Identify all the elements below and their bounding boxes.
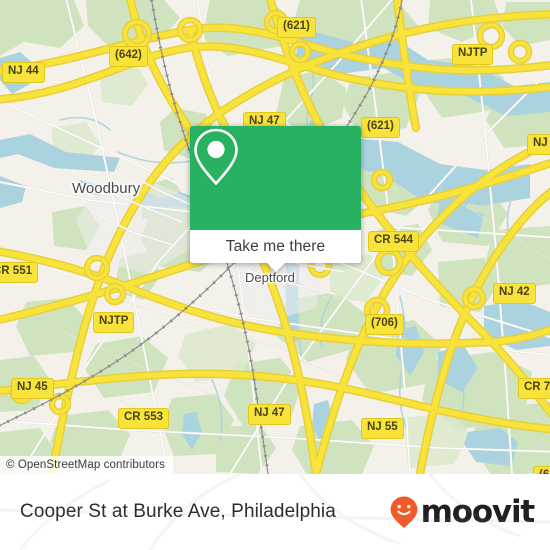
popup-tail xyxy=(266,263,285,272)
map-popup-card[interactable]: Take me there xyxy=(190,126,361,272)
road-shield-nj41: NJ 41 xyxy=(527,134,550,155)
location-title: Cooper St at Burke Ave, Philadelphia xyxy=(20,501,336,522)
road-shield-njtp-n: NJTP xyxy=(452,44,494,65)
road-shield-706: (706) xyxy=(365,314,404,335)
osm-attribution[interactable]: © OpenStreetMap contributors xyxy=(0,456,173,474)
place-label-deptford: Deptford xyxy=(245,270,295,285)
road-shield-nj55: NJ 55 xyxy=(361,418,404,439)
road-shield-621-e: (621) xyxy=(361,117,400,138)
map-canvas[interactable]: .water{fill:#aad3df;} .green{fill:#cfe3b… xyxy=(0,0,550,474)
place-label-woodbury: Woodbury xyxy=(72,180,141,197)
popup-icon-area xyxy=(190,126,361,230)
road-shield-nj45: NJ 45 xyxy=(11,378,54,399)
moovit-wordmark: moovit xyxy=(420,494,536,530)
moovit-logo[interactable]: moovit xyxy=(389,494,536,530)
take-me-there-label[interactable]: Take me there xyxy=(226,238,326,256)
moovit-pin-smiley-icon xyxy=(390,496,418,528)
road-shield-cr553: CR 553 xyxy=(118,408,169,429)
road-shield-6xx-se: (6 xyxy=(533,466,550,474)
footer-bar: Cooper St at Burke Ave, Philadelphia moo… xyxy=(0,474,550,550)
road-shield-nj42: NJ 42 xyxy=(493,283,536,304)
map-pin-icon xyxy=(194,128,238,185)
map-screenshot: .water{fill:#aad3df;} .green{fill:#cfe3b… xyxy=(0,0,550,550)
popup-cta-area[interactable]: Take me there xyxy=(190,230,361,263)
road-shield-642: (642) xyxy=(109,46,148,67)
road-shield-cr551: CR 551 xyxy=(0,262,38,283)
road-shield-621-n: (621) xyxy=(277,17,316,38)
road-shield-cr70: CR 70 xyxy=(518,378,550,399)
road-shield-nj47-s: NJ 47 xyxy=(248,404,291,425)
road-shield-njtp-w: NJTP xyxy=(93,312,135,333)
road-shield-cr544: CR 544 xyxy=(368,231,419,252)
road-shield-nj44: NJ 44 xyxy=(2,62,45,83)
